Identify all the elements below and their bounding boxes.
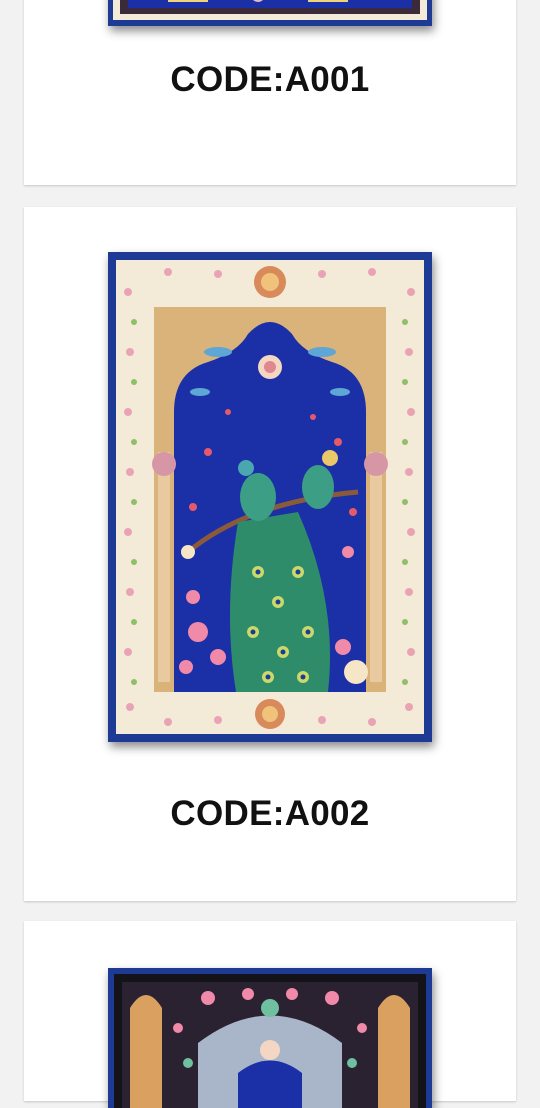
peacock-carpet-image[interactable] — [108, 252, 432, 742]
carpet-image-art — [108, 968, 432, 1108]
peacock-carpet-art — [108, 252, 432, 742]
product-card-a001[interactable]: CODE:A001 — [24, 0, 516, 185]
carpet-image[interactable] — [108, 968, 432, 1108]
carpet-image[interactable] — [108, 0, 432, 26]
carpet-image-art — [108, 0, 432, 26]
product-card-3[interactable] — [24, 921, 516, 1108]
product-code: CODE:A001 — [170, 60, 370, 99]
product-code: CODE:A002 — [170, 794, 370, 833]
product-card-a002[interactable]: CODE:A002 — [24, 207, 516, 901]
